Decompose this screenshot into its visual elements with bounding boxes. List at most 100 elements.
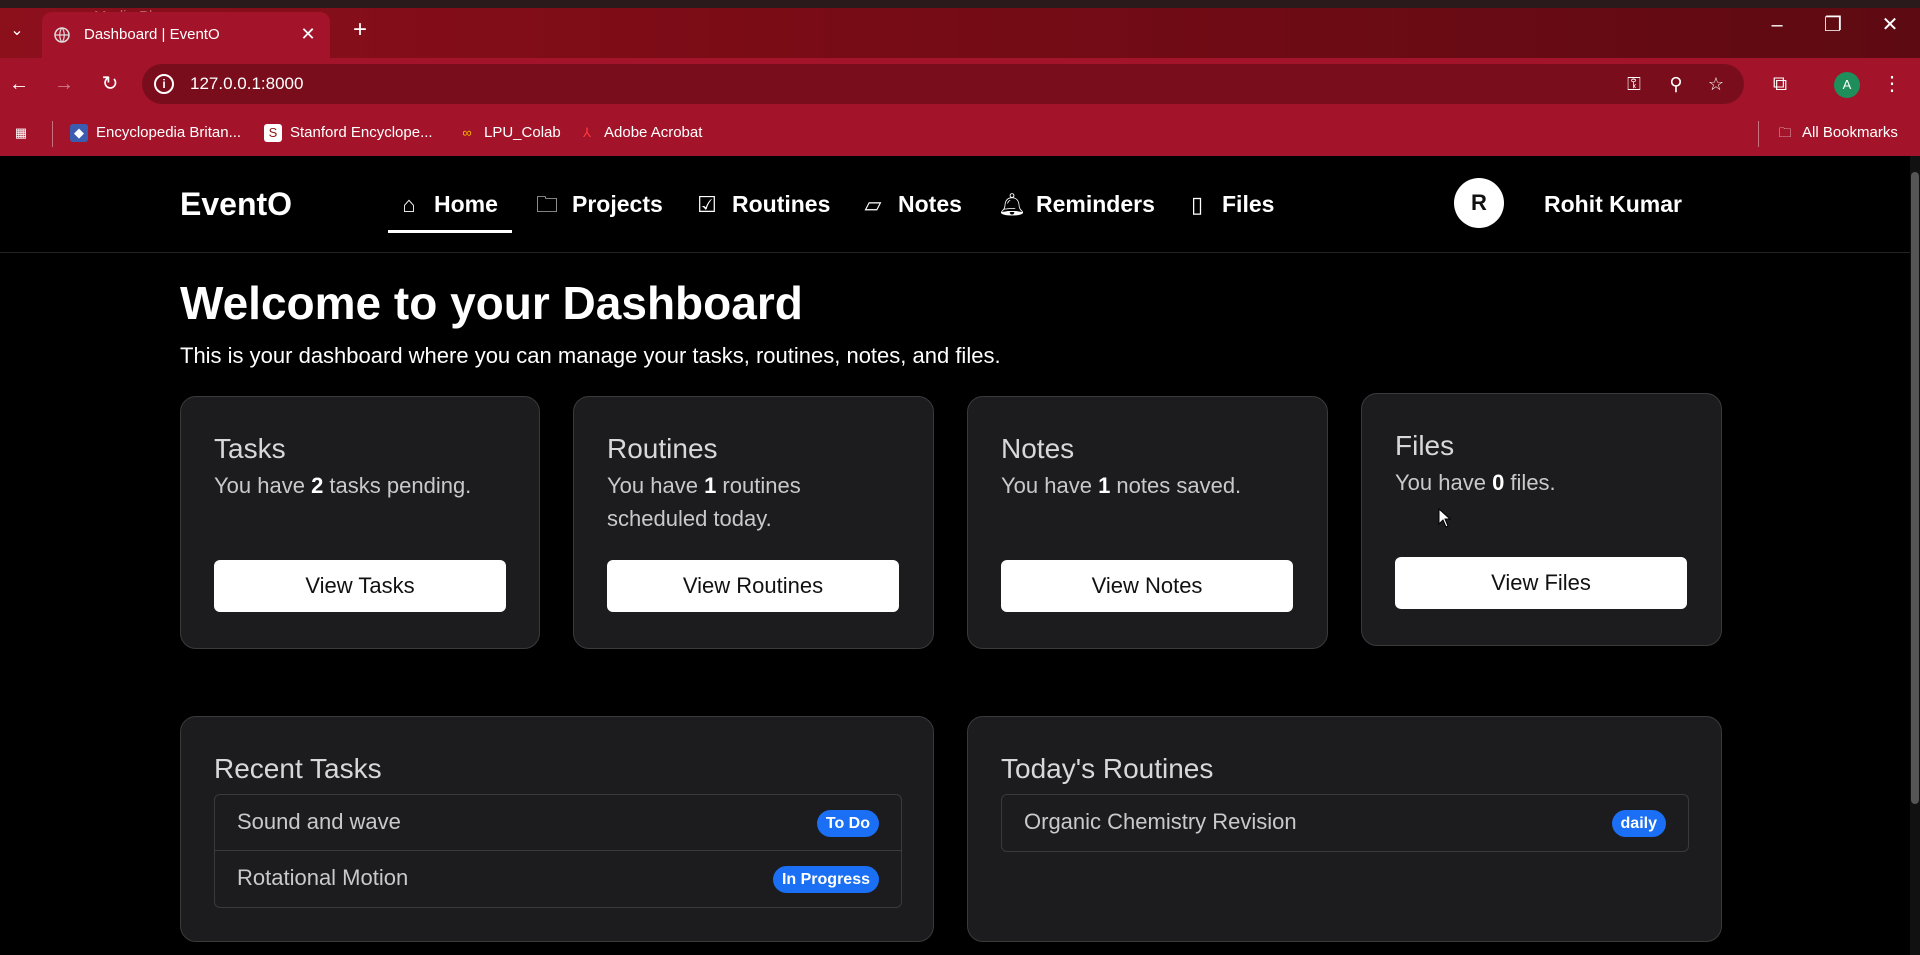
task-name: Rotational Motion — [237, 865, 409, 890]
apps-grid-icon[interactable]: ▦ — [12, 121, 30, 145]
nav-home-label: Home — [434, 191, 498, 217]
user-name[interactable]: Rohit Kumar — [1544, 186, 1682, 222]
card-title: Routines — [607, 433, 718, 464]
file-icon: ▯ — [1190, 192, 1204, 217]
bookmark-item[interactable]: ∞ LPU_Colab — [458, 121, 561, 145]
page-title: Welcome to your Dashboard — [180, 277, 803, 329]
reload-button[interactable]: ↻ — [96, 70, 124, 98]
back-button[interactable]: ← — [5, 70, 33, 98]
files-card: Files You have 0 files. View Files — [1361, 393, 1722, 646]
bookmark-star-icon[interactable]: ☆ — [1704, 72, 1728, 96]
routines-card: Routines You have 1 routines scheduled t… — [573, 396, 934, 649]
task-row[interactable]: Rotational Motion In Progress — [215, 851, 901, 907]
folder-icon: 🗀 — [535, 192, 558, 217]
panel-title: Today's Routines — [1001, 753, 1214, 784]
new-tab-button[interactable]: + — [346, 16, 374, 44]
panel-title: Recent Tasks — [214, 753, 382, 784]
nav-routines-label: Routines — [732, 191, 831, 217]
nav-reminders[interactable]: 🔔︎ Reminders — [998, 186, 1155, 222]
card-count: 1 — [704, 473, 717, 498]
card-count: 2 — [311, 473, 324, 498]
nav-projects-label: Projects — [572, 191, 663, 217]
profile-avatar[interactable]: A — [1834, 72, 1860, 98]
address-bar[interactable]: i 127.0.0.1:8000 ⚿ ⚲ ☆ — [142, 64, 1744, 104]
bookmark-label: Stanford Encyclope... — [290, 124, 433, 141]
mouse-cursor-icon — [1438, 508, 1452, 528]
browser-menu-icon[interactable]: ⋮ — [1878, 70, 1906, 98]
nav-projects[interactable]: 🗀 Projects — [534, 186, 663, 222]
task-name: Sound and wave — [237, 809, 401, 834]
card-text: You have 1 routines scheduled today. — [607, 473, 801, 531]
password-key-icon[interactable]: ⚿ — [1622, 72, 1646, 96]
bookmarks-divider — [52, 121, 53, 147]
todays-routines-panel: Today's Routines Organic Chemistry Revis… — [967, 716, 1722, 942]
tab-search-icon[interactable]: ⌄ — [6, 20, 28, 42]
nav-home[interactable]: ⌂ Home — [396, 186, 498, 222]
card-text: You have 0 files. — [1395, 470, 1556, 495]
card-title: Tasks — [214, 433, 286, 464]
nav-routines[interactable]: ☑ Routines — [694, 186, 830, 222]
routine-name: Organic Chemistry Revision — [1024, 809, 1297, 834]
card-title: Notes — [1001, 433, 1075, 464]
window-top-edge — [0, 0, 1920, 8]
close-window-button[interactable]: ✕ — [1873, 10, 1907, 40]
extensions-icon[interactable]: ⧉ — [1766, 70, 1794, 98]
page-subtitle: This is your dashboard where you can man… — [180, 343, 1001, 368]
acrobat-icon: ⅄ — [583, 125, 591, 141]
folder-icon: 🗀 — [1778, 125, 1792, 141]
card-title: Files — [1395, 430, 1455, 461]
bell-icon: 🔔︎ — [998, 192, 1026, 217]
tab-favicon-icon — [54, 27, 70, 43]
bookmark-item[interactable]: ⅄ Adobe Acrobat — [578, 121, 702, 145]
minimize-window-button[interactable]: – — [1760, 10, 1794, 40]
calendar-check-icon: ☑ — [697, 192, 717, 217]
bookmarks-bar: ▦ ◆ Encyclopedia Britan... S Stanford Ency… — [0, 110, 1920, 156]
bookmark-label: Adobe Acrobat — [604, 124, 703, 141]
close-tab-icon[interactable]: ✕ — [296, 22, 320, 46]
tasks-card: Tasks You have 2 tasks pending. View Tas… — [180, 396, 540, 649]
status-badge: In Progress — [772, 866, 879, 893]
active-tab[interactable]: Dashboard | EventO ✕ — [42, 12, 330, 58]
site-navbar: EventO ⌂ Home 🗀 Projects ☑ Routines ▱ Notes … — [0, 156, 1910, 253]
sticky-note-icon: ▱ — [864, 192, 882, 217]
url-text[interactable]: 127.0.0.1:8000 — [190, 74, 303, 94]
card-text: You have 2 tasks pending. — [214, 473, 472, 498]
recent-tasks-list: Sound and wave To Do Rotational Motion I… — [214, 794, 902, 908]
frequency-badge: daily — [1611, 810, 1666, 837]
active-tab-title: Dashboard | EventO — [84, 26, 220, 43]
status-badge: To Do — [816, 810, 879, 837]
bookmark-label: LPU_Colab — [484, 124, 561, 141]
scrollbar-thumb[interactable] — [1911, 172, 1919, 804]
view-tasks-button[interactable]: View Tasks — [214, 560, 506, 612]
view-notes-button[interactable]: View Notes — [1001, 560, 1293, 612]
nav-files[interactable]: ▯ Files — [1184, 186, 1274, 222]
forward-button[interactable]: → — [50, 70, 78, 98]
active-nav-indicator — [388, 230, 512, 233]
view-files-button[interactable]: View Files — [1395, 557, 1687, 609]
bookmark-item[interactable]: S Stanford Encyclope... — [264, 121, 433, 145]
nav-notes-label: Notes — [898, 191, 962, 217]
bookmarks-divider — [1758, 121, 1759, 147]
todays-routines-list: Organic Chemistry Revision daily — [1001, 794, 1689, 852]
bookmark-item[interactable]: ◆ Encyclopedia Britan... — [70, 121, 241, 145]
recent-tasks-panel: Recent Tasks Sound and wave To Do Rotati… — [180, 716, 934, 942]
nav-files-label: Files — [1222, 191, 1275, 217]
routine-row[interactable]: Organic Chemistry Revision daily — [1002, 795, 1688, 851]
task-row[interactable]: Sound and wave To Do — [215, 795, 901, 851]
restore-window-button[interactable]: ❐ — [1816, 10, 1850, 40]
brand-logo[interactable]: EventO — [180, 186, 292, 223]
card-text: You have 1 notes saved. — [1001, 473, 1242, 498]
all-bookmarks-button[interactable]: 🗀 All Bookmarks — [1776, 121, 1897, 145]
view-routines-button[interactable]: View Routines — [607, 560, 899, 612]
site-info-icon[interactable]: i — [154, 74, 174, 94]
browser-tab-strip: Media Player ⌄ Dashboard | EventO ✕ + – … — [0, 0, 1920, 58]
britannica-icon: ◆ — [70, 124, 88, 143]
zoom-icon[interactable]: ⚲ — [1664, 72, 1688, 96]
page-content: EventO ⌂ Home 🗀 Projects ☑ Routines ▱ Notes … — [0, 156, 1910, 955]
nav-reminders-label: Reminders — [1036, 191, 1155, 217]
card-count: 1 — [1098, 473, 1111, 498]
colab-icon: ∞ — [462, 125, 472, 141]
nav-notes[interactable]: ▱ Notes — [860, 186, 962, 222]
browser-toolbar: ← → ↻ i 127.0.0.1:8000 ⚿ ⚲ ☆ ⧉ ⋮ — [0, 58, 1920, 110]
user-avatar[interactable]: R — [1454, 178, 1504, 228]
